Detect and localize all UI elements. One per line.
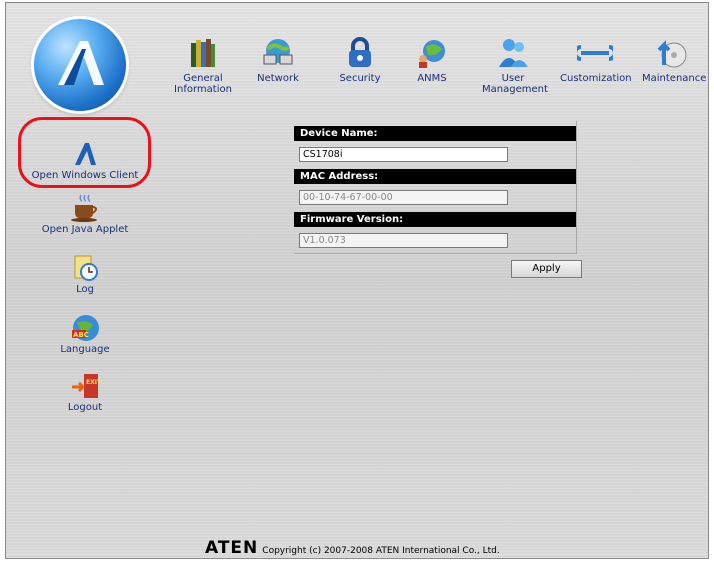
apply-button[interactable]: Apply [511, 260, 582, 278]
sidebar-item-label: Language [60, 344, 110, 355]
network-icon [263, 39, 293, 65]
nav-label: User [501, 73, 525, 84]
exit-door-icon: EXIT [72, 374, 101, 398]
coffee-cup-icon [71, 194, 97, 222]
highlight-circle [18, 117, 151, 188]
aten-brand: ATEN [205, 538, 259, 558]
firmware-version-label: Firmware Version: [294, 212, 576, 227]
nav-label: Maintenance [642, 73, 707, 84]
nav-label: ANMS [417, 73, 447, 84]
device-name-input[interactable] [299, 147, 508, 162]
sidebar-item-logout[interactable]: EXIT Logout [23, 371, 147, 414]
general-info-panel: Device Name: MAC Address: Firmware Versi… [294, 121, 577, 254]
globe-people-icon [419, 40, 445, 68]
nav-maintenance[interactable]: Maintenance [642, 35, 707, 84]
sidebar-item-label: Log [76, 284, 94, 295]
mac-address-label: MAC Address: [294, 169, 576, 184]
nav-label: Network [257, 73, 299, 84]
aten-logo [34, 19, 126, 111]
nav-label: Customization [560, 73, 632, 84]
nav-security[interactable]: Security [335, 35, 385, 84]
sidebar-item-language[interactable]: ABC Language [23, 313, 147, 356]
abc-globe-icon: ABC [72, 315, 99, 341]
nav-label-line2: Information [174, 84, 232, 95]
nav-anms[interactable]: ANMS [412, 35, 452, 84]
sidebar-item-label: Open Java Applet [41, 224, 129, 235]
sidebar-item-log[interactable]: Log [23, 253, 147, 296]
firmware-version-field [299, 233, 508, 248]
nav-general-information[interactable]: General Information [173, 35, 233, 95]
users-icon [499, 39, 528, 67]
nav-user-management[interactable]: User Management [482, 35, 548, 95]
svg-text:EXIT: EXIT [86, 379, 101, 386]
upload-cd-icon [657, 40, 687, 68]
nav-label: Security [339, 73, 381, 84]
footer: ATEN Copyright (c) 2007-2008 ATEN Interna… [205, 538, 500, 558]
app-window: General Information Network Security ANM… [5, 2, 709, 559]
device-name-label: Device Name: [294, 126, 576, 141]
copyright-text: Copyright (c) 2007-2008 ATEN Internation… [262, 546, 500, 556]
mac-address-field [299, 190, 508, 205]
sidebar-item-open-java-applet[interactable]: Open Java Applet [23, 193, 147, 236]
lock-icon [349, 37, 371, 67]
nav-label-line2: Management [482, 84, 548, 95]
log-clock-icon [74, 255, 98, 281]
sidebar-item-label: Logout [67, 402, 103, 413]
nav-label: General [183, 73, 223, 84]
wrench-icon [577, 45, 613, 61]
books-icon [191, 39, 215, 67]
nav-customization[interactable]: Customization [560, 35, 632, 84]
svg-text:ABC: ABC [73, 331, 89, 339]
nav-network[interactable]: Network [253, 35, 303, 84]
